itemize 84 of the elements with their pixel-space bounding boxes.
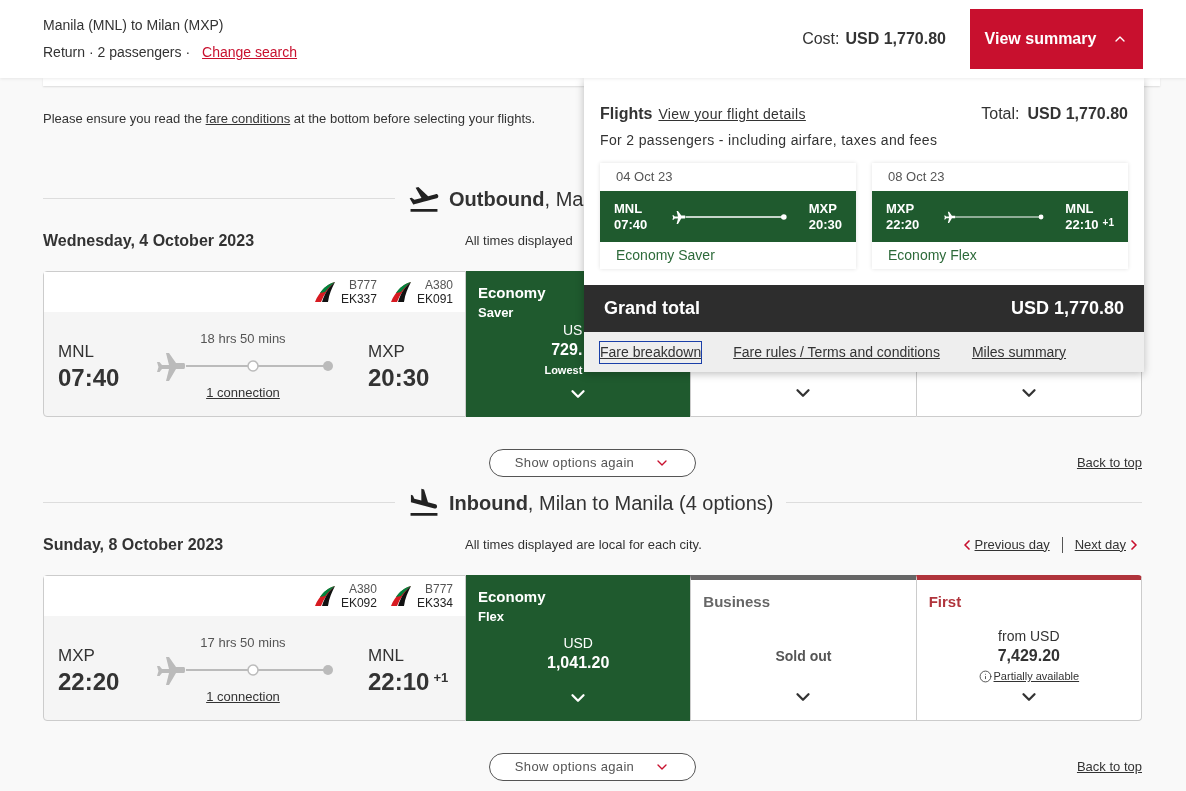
flights-title: Flights — [600, 104, 653, 124]
departure-time: 22:20 — [886, 216, 920, 233]
next-day-link[interactable]: Next day — [1074, 534, 1142, 555]
connection-link[interactable]: 1 connection — [206, 686, 280, 706]
total-label: Total: — [981, 104, 1020, 124]
summary-link[interactable]: Miles summary — [971, 341, 1067, 363]
aircraft-type: A380 — [424, 277, 453, 292]
fare-note: Lowest — [544, 363, 583, 379]
times-note: All times displayed — [465, 231, 573, 250]
total-amount: USD 1,770.80 — [1027, 104, 1128, 124]
currency-text: US — [562, 322, 583, 339]
leg-date: 04 Oct 23 — [615, 168, 674, 187]
currency-text: from USD — [998, 628, 1060, 645]
date-heading: Wednesday, 4 October 2023 — [43, 230, 256, 251]
cabin-name: First — [928, 591, 962, 612]
sold-out-text: Sold out — [775, 647, 832, 666]
arrival-time: 22:10 — [1065, 216, 1099, 233]
arrival-time: 20:30 — [808, 216, 842, 233]
flight-number: EK092 — [340, 595, 377, 610]
fare-price: 729. — [551, 340, 583, 361]
origin-code: MXP — [886, 200, 916, 217]
grand-total-amount: USD 1,770.80 — [1010, 297, 1124, 320]
view-summary-button[interactable]: View summary — [970, 9, 1143, 69]
origin-code: MNL — [614, 200, 644, 217]
destination-code: MXP — [808, 200, 838, 217]
cost-label: Cost: — [802, 29, 840, 49]
fare-type: Flex — [478, 607, 504, 626]
flight-details-link[interactable]: View your flight details — [658, 104, 806, 125]
tail-fin-icon — [388, 583, 413, 608]
leg-date: 08 Oct 23 — [887, 168, 946, 187]
aircraft-type: A380 — [348, 581, 377, 596]
change-search-link[interactable]: Change search — [202, 42, 298, 63]
tail-fin-icon — [312, 583, 337, 608]
show-options-button[interactable]: Show options again — [489, 448, 696, 477]
aircraft-type: B777 — [424, 581, 453, 596]
departure-time: 22:20 — [58, 668, 121, 697]
show-options-button[interactable]: Show options again — [489, 752, 696, 781]
fare-cell[interactable]: Business Sold out — [690, 574, 916, 721]
fare-price: 7,429.20 — [997, 646, 1060, 667]
times-note: All times displayed are local for each city. — [465, 535, 702, 554]
cabin-name: Economy — [478, 586, 546, 607]
destination-code: MXP — [368, 340, 406, 363]
section-title: Inbound, Milan to Manila (4 options) — [449, 490, 774, 516]
origin-code: MNL — [58, 340, 95, 363]
arrival-time: 20:30 — [368, 364, 430, 393]
back-to-top-link[interactable]: Back to top — [1076, 452, 1142, 473]
fare-conditions-link[interactable]: fare conditions — [205, 111, 291, 126]
previous-day-link[interactable]: Previous day — [958, 534, 1050, 555]
flight-number: EK334 — [416, 595, 453, 610]
cost-amount: USD 1,770.80 — [845, 29, 946, 49]
availability-link[interactable]: Partially available — [993, 668, 1080, 685]
currency-text: USD — [563, 634, 593, 651]
section-title: Outbound, Ma — [449, 186, 584, 212]
destination-code: MNL — [1065, 200, 1095, 217]
cabin-name: Business — [703, 591, 771, 612]
flight-number: EK337 — [340, 291, 377, 306]
fare-price: 1,041.20 — [547, 652, 610, 673]
trip-text: Return · 2 passengers · — [43, 43, 191, 62]
tail-fin-icon — [388, 279, 413, 304]
fare-name: Economy Saver — [615, 246, 716, 265]
fare-cell[interactable]: Economy Flex USD 1,041.20 — [466, 574, 691, 721]
departure-time: 07:40 — [614, 216, 648, 233]
fare-type: Saver — [478, 303, 514, 322]
date-heading: Sunday, 8 October 2023 — [43, 534, 225, 555]
day-offset: +1 — [1102, 216, 1114, 229]
destination-code: MNL — [368, 644, 405, 667]
duration-text: 18 hrs 50 mins — [200, 330, 286, 348]
aircraft-type: B777 — [348, 277, 377, 292]
summary-link[interactable]: Fare rules / Terms and conditions — [733, 341, 940, 363]
day-offset: +1 — [433, 669, 449, 688]
duration-text: 17 hrs 50 mins — [200, 634, 286, 652]
tail-fin-icon — [312, 279, 337, 304]
summary-subtitle: For 2 passengers - including airfare, taxes and fees — [600, 131, 939, 150]
fare-cell[interactable]: First from USD 7,429.20 Partially available — [915, 574, 1142, 721]
departure-time: 07:40 — [58, 364, 121, 393]
info-icon — [978, 670, 992, 683]
flight-number: EK091 — [416, 291, 453, 306]
cabin-name: Economy — [478, 282, 546, 303]
back-to-top-link[interactable]: Back to top — [1076, 756, 1142, 777]
route-text: Manila (MNL) to Milan (MXP) — [43, 16, 225, 35]
connection-link[interactable]: 1 connection — [206, 382, 280, 402]
fare-name: Economy Flex — [887, 246, 978, 265]
origin-code: MXP — [58, 644, 96, 667]
arrival-time: 22:10 — [368, 668, 430, 697]
